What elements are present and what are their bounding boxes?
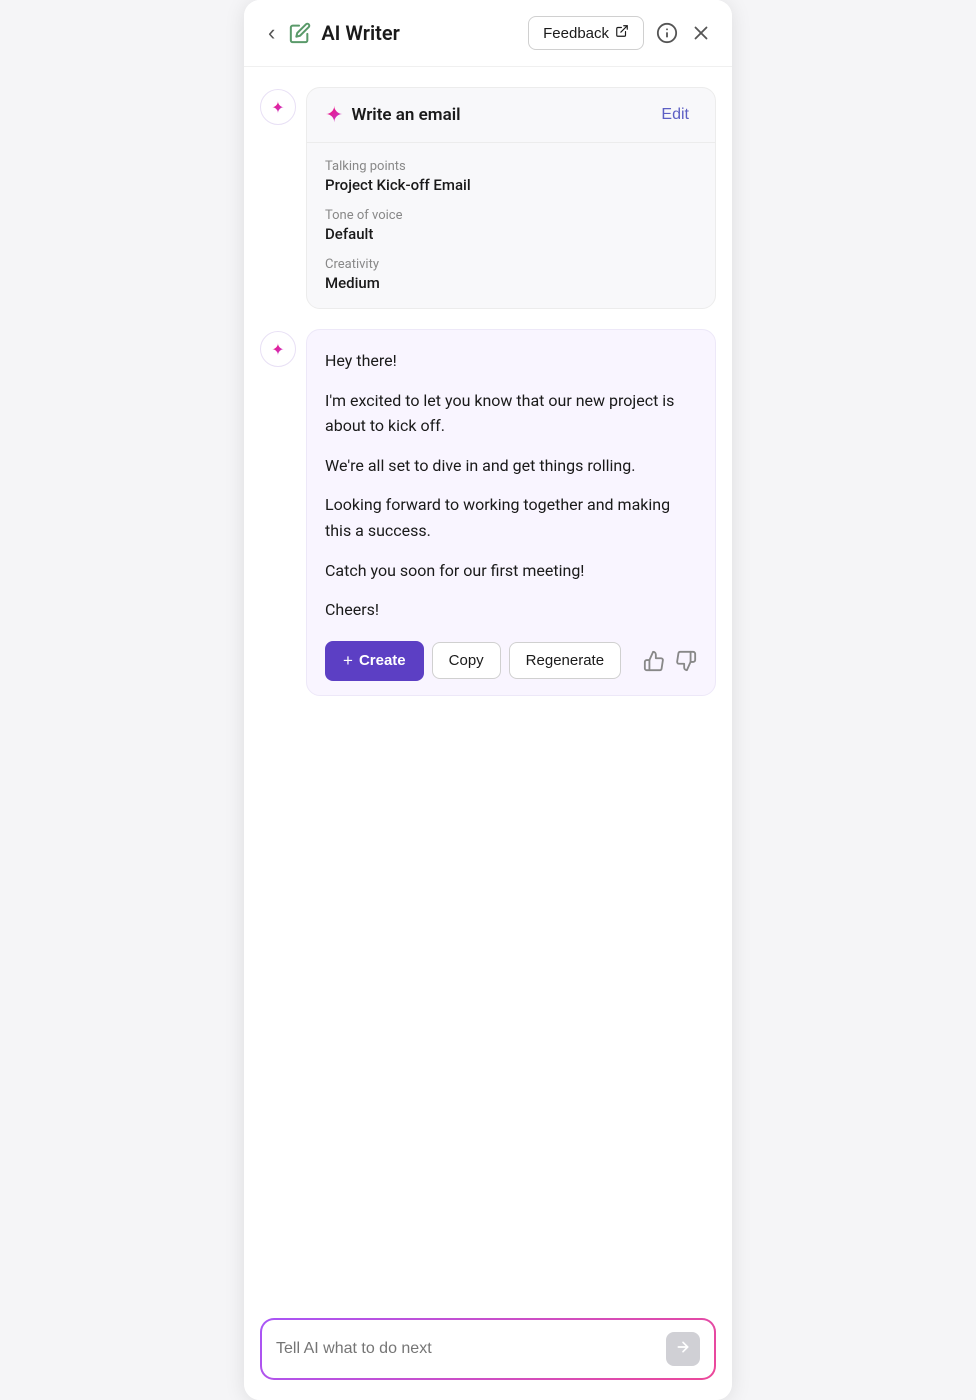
feedback-button[interactable]: Feedback bbox=[528, 16, 644, 50]
prompt-field-tone: Tone of voice Default bbox=[325, 208, 697, 243]
copy-button[interactable]: Copy bbox=[432, 642, 501, 679]
create-plus-icon: + bbox=[343, 651, 353, 671]
action-buttons-right bbox=[643, 650, 697, 672]
response-card: Hey there! I'm excited to let you know t… bbox=[306, 329, 716, 696]
prompt-card-body: Talking points Project Kick-off Email To… bbox=[307, 143, 715, 308]
app-container: ‹ AI Writer Feedback bbox=[244, 0, 732, 1400]
response-para-0: Hey there! bbox=[325, 348, 697, 374]
response-para-3: Looking forward to working together and … bbox=[325, 492, 697, 543]
close-button[interactable] bbox=[690, 22, 712, 44]
tone-label: Tone of voice bbox=[325, 208, 697, 223]
prompt-card-header: ✦ Write an email Edit bbox=[307, 88, 715, 143]
sparkle-avatar-icon: ✦ bbox=[271, 98, 284, 117]
prompt-avatar: ✦ bbox=[260, 89, 296, 125]
prompt-card: ✦ Write an email Edit Talking points Pro… bbox=[306, 87, 716, 309]
edit-button[interactable]: Edit bbox=[653, 102, 697, 128]
send-button[interactable] bbox=[666, 1332, 700, 1366]
response-avatar: ✦ bbox=[260, 331, 296, 367]
info-button[interactable] bbox=[656, 22, 678, 44]
prompt-row: ✦ ✦ Write an email Edit Talking points P… bbox=[260, 87, 716, 309]
back-icon: ‹ bbox=[268, 20, 275, 46]
back-button[interactable]: ‹ bbox=[264, 16, 279, 50]
prompt-card-title: Write an email bbox=[351, 105, 460, 125]
ai-input[interactable] bbox=[276, 1340, 666, 1358]
header-right: Feedback bbox=[528, 16, 712, 50]
thumbup-button[interactable] bbox=[643, 650, 665, 672]
response-para-1: I'm excited to let you know that our new… bbox=[325, 388, 697, 439]
response-body: Hey there! I'm excited to let you know t… bbox=[325, 348, 697, 623]
response-para-4: Catch you soon for our first meeting! bbox=[325, 558, 697, 584]
create-button[interactable]: + Create bbox=[325, 641, 424, 681]
creativity-value: Medium bbox=[325, 274, 697, 292]
main-content: ✦ ✦ Write an email Edit Talking points P… bbox=[244, 67, 732, 1306]
sparkle-title-icon: ✦ bbox=[325, 103, 343, 128]
feedback-label: Feedback bbox=[543, 25, 609, 42]
talking-points-label: Talking points bbox=[325, 159, 697, 174]
tone-value: Default bbox=[325, 225, 697, 243]
response-para-2: We're all set to dive in and get things … bbox=[325, 453, 697, 479]
creativity-label: Creativity bbox=[325, 257, 697, 272]
talking-points-value: Project Kick-off Email bbox=[325, 176, 697, 194]
pencil-icon bbox=[289, 22, 311, 44]
response-para-5: Cheers! bbox=[325, 597, 697, 623]
thumbdown-button[interactable] bbox=[675, 650, 697, 672]
header: ‹ AI Writer Feedback bbox=[244, 0, 732, 67]
bottom-input-wrap bbox=[244, 1306, 732, 1400]
prompt-field-creativity: Creativity Medium bbox=[325, 257, 697, 292]
app-title: AI Writer bbox=[321, 21, 400, 45]
sparkle-response-icon: ✦ bbox=[271, 340, 284, 359]
prompt-title-wrap: ✦ Write an email bbox=[325, 103, 461, 128]
prompt-field-talking-points: Talking points Project Kick-off Email bbox=[325, 159, 697, 194]
bottom-input-border bbox=[260, 1318, 716, 1380]
regenerate-button[interactable]: Regenerate bbox=[509, 642, 621, 679]
action-buttons-left: + Create Copy Regenerate bbox=[325, 641, 621, 681]
response-row: ✦ Hey there! I'm excited to let you know… bbox=[260, 329, 716, 696]
create-label: Create bbox=[359, 652, 406, 669]
response-actions: + Create Copy Regenerate bbox=[325, 641, 697, 681]
external-link-icon bbox=[615, 24, 629, 42]
send-icon bbox=[675, 1339, 691, 1360]
header-left: ‹ AI Writer bbox=[264, 16, 400, 50]
